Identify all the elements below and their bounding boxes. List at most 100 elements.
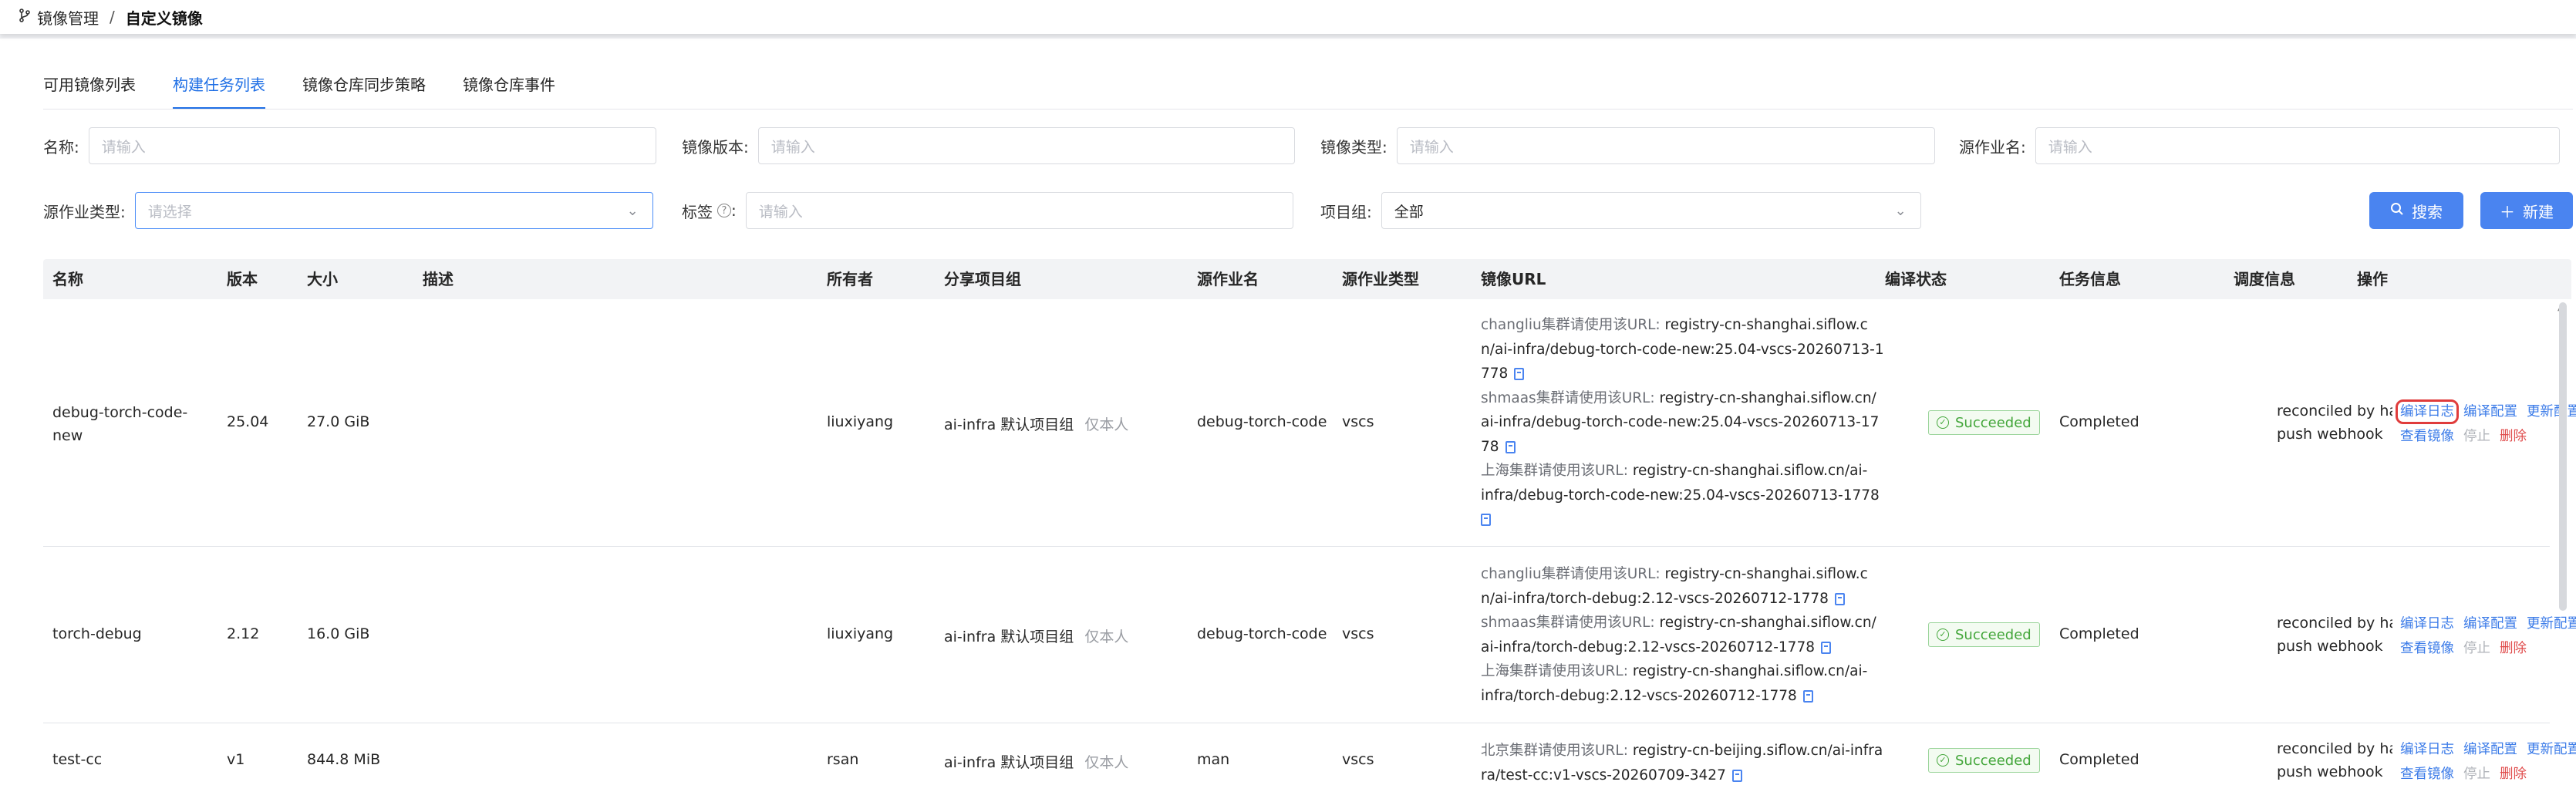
tag-colon: : <box>731 201 737 220</box>
compile-log-link[interactable]: 编译日志 <box>2400 616 2454 632</box>
table-scrollbar[interactable] <box>2559 302 2567 611</box>
project-group-label: 项目组: <box>1320 202 1372 221</box>
col-schedule-info: 调度信息 <box>2234 270 2295 288</box>
row-owner: liuxiyang <box>827 625 894 642</box>
tab-build-tasks[interactable]: 构建任务列表 <box>173 66 265 110</box>
schedule-line: push webhook <box>2277 763 2383 780</box>
url-entry: changliu集群请使用该URL: registry-cn-shanghai.… <box>1481 313 1914 338</box>
schedule-line: reconciled by har <box>2277 403 2392 420</box>
schedule-line: push webhook <box>2277 638 2383 655</box>
tab-available-images[interactable]: 可用镜像列表 <box>43 66 136 110</box>
copy-icon[interactable] <box>1481 514 1491 526</box>
breadcrumb-parent[interactable]: 镜像管理 <box>37 6 99 29</box>
url-text: registry-cn-shanghai.siflow.cn/ <box>1659 615 1876 631</box>
url-label: 北京集群请使用该URL: <box>1481 743 1633 759</box>
help-icon[interactable]: ? <box>717 204 731 217</box>
copy-icon[interactable] <box>1802 689 1813 703</box>
status-badge: ✓ Succeeded <box>1928 622 2040 647</box>
row-size: 844.8 MiB <box>307 751 381 768</box>
col-source-job: 源作业名 <box>1197 270 1259 288</box>
compile-config-link[interactable]: 编译配置 <box>2463 616 2517 632</box>
stop-link[interactable]: 停止 <box>2463 641 2490 656</box>
row-task-info: Completed <box>2059 413 2139 430</box>
update-config-link[interactable]: 更新配置 <box>2527 404 2576 420</box>
version-input[interactable]: 请输入 <box>757 127 1295 164</box>
row-group-note: 仅本人 <box>1084 754 1129 771</box>
row-owner: liuxiyang <box>827 413 894 430</box>
check-circle-icon: ✓ <box>1937 754 1949 767</box>
row-name[interactable]: debug-torch-code- new <box>52 401 207 447</box>
schedule-line: push webhook <box>2277 426 2383 443</box>
delete-link[interactable]: 删除 <box>2500 767 2527 782</box>
col-share-group: 分享项目组 <box>944 270 1021 288</box>
view-image-link[interactable]: 查看镜像 <box>2400 641 2454 656</box>
image-type-input[interactable]: 请输入 <box>1396 127 1935 164</box>
url-entry-tail: 78 <box>1481 435 1914 460</box>
url-entry-tail <box>1481 507 1914 532</box>
row-name[interactable]: test-cc <box>52 751 102 768</box>
delete-link[interactable]: 删除 <box>2500 641 2527 656</box>
copy-icon[interactable] <box>1505 440 1516 453</box>
tab-bar: 可用镜像列表 构建任务列表 镜像仓库同步策略 镜像仓库事件 <box>43 66 592 110</box>
stop-link[interactable]: 停止 <box>2463 429 2490 444</box>
col-source-job-type: 源作业类型 <box>1342 270 1419 288</box>
filter-source-job: 源作业名: 请输入 <box>1959 127 2560 164</box>
breadcrumb-current: 自定义镜像 <box>125 8 203 28</box>
col-task-info: 任务信息 <box>2059 270 2121 288</box>
url-text: n/ai-infra/debug-torch-code-new:25.04-vs… <box>1481 341 1884 358</box>
source-job-input[interactable]: 请输入 <box>2035 127 2560 164</box>
delete-link[interactable]: 删除 <box>2500 429 2527 444</box>
update-config-link[interactable]: 更新配置 <box>2527 742 2576 757</box>
row-name-line: new <box>52 427 83 444</box>
tag-input[interactable]: 请输入 <box>745 192 1293 229</box>
row-group-name: ai-infra 默认项目组 <box>944 628 1074 645</box>
branch-icon <box>19 8 31 26</box>
col-compile-status: 编译状态 <box>1885 270 1947 288</box>
row-share-group: ai-infra 默认项目组 仅本人 <box>944 413 1128 434</box>
url-text: registry-cn-shanghai.siflow.c <box>1664 317 1868 333</box>
view-image-link[interactable]: 查看镜像 <box>2400 767 2454 782</box>
col-owner: 所有者 <box>827 270 873 288</box>
stop-link[interactable]: 停止 <box>2463 767 2490 782</box>
row-source-type: vscs <box>1342 413 1374 430</box>
url-text: 78 <box>1481 438 1499 455</box>
filter-version: 镜像版本: 请输入 <box>682 127 1295 164</box>
compile-log-link[interactable]: 编译日志 <box>2400 742 2454 757</box>
top-bar: 镜像管理 / 自定义镜像 <box>0 0 2576 34</box>
update-config-link[interactable]: 更新配置 <box>2527 616 2576 632</box>
project-group-select[interactable]: 全部 ⌄ <box>1381 192 1921 229</box>
url-text: registry-cn-shanghai.siflow.cn/ai- <box>1632 663 1868 679</box>
compile-config-link[interactable]: 编译配置 <box>2463 404 2517 420</box>
row-image-urls: changliu集群请使用该URL: registry-cn-shanghai.… <box>1481 313 1914 532</box>
row-group-note: 仅本人 <box>1084 416 1129 433</box>
search-button[interactable]: 搜索 <box>2369 192 2463 229</box>
breadcrumb: 镜像管理 / 自定义镜像 <box>0 6 203 29</box>
search-button-label: 搜索 <box>2412 202 2443 221</box>
source-job-type-label: 源作业类型: <box>43 202 126 221</box>
url-label: 上海集群请使用该URL: <box>1481 463 1633 479</box>
copy-icon[interactable] <box>1834 592 1845 605</box>
view-image-link[interactable]: 查看镜像 <box>2400 429 2454 444</box>
row-name[interactable]: torch-debug <box>52 625 142 642</box>
check-circle-icon: ✓ <box>1937 416 1949 429</box>
name-input[interactable]: 请输入 <box>88 127 656 164</box>
create-button[interactable]: ＋ 新建 <box>2480 192 2573 229</box>
row-actions: 编译日志 编译配置 更新配置 查看镜像 停止 删除 <box>2400 737 2576 787</box>
row-source-job: debug-torch-code <box>1197 413 1327 430</box>
copy-icon[interactable] <box>1820 641 1831 654</box>
status-text: Succeeded <box>1955 626 2031 643</box>
compile-log-link[interactable]: 编译日志 <box>2396 399 2459 424</box>
url-label: changliu集群请使用该URL: <box>1481 566 1665 582</box>
compile-config-link[interactable]: 编译配置 <box>2463 742 2517 757</box>
chevron-down-icon: ⌄ <box>1894 202 1907 219</box>
col-description: 描述 <box>423 270 453 288</box>
tab-repo-events[interactable]: 镜像仓库事件 <box>463 66 555 110</box>
url-text: n/ai-infra/torch-debug:2.12-vscs-2026071… <box>1481 590 1829 607</box>
copy-icon[interactable] <box>1731 769 1742 782</box>
url-text: registry-cn-shanghai.siflow.cn/ <box>1659 389 1876 406</box>
chevron-down-icon: ⌄ <box>626 202 639 219</box>
row-task-info: Completed <box>2059 625 2139 642</box>
copy-icon[interactable] <box>1514 368 1525 380</box>
source-job-type-select[interactable]: 请选择 ⌄ <box>134 192 653 229</box>
tab-sync-policy[interactable]: 镜像仓库同步策略 <box>302 66 426 110</box>
